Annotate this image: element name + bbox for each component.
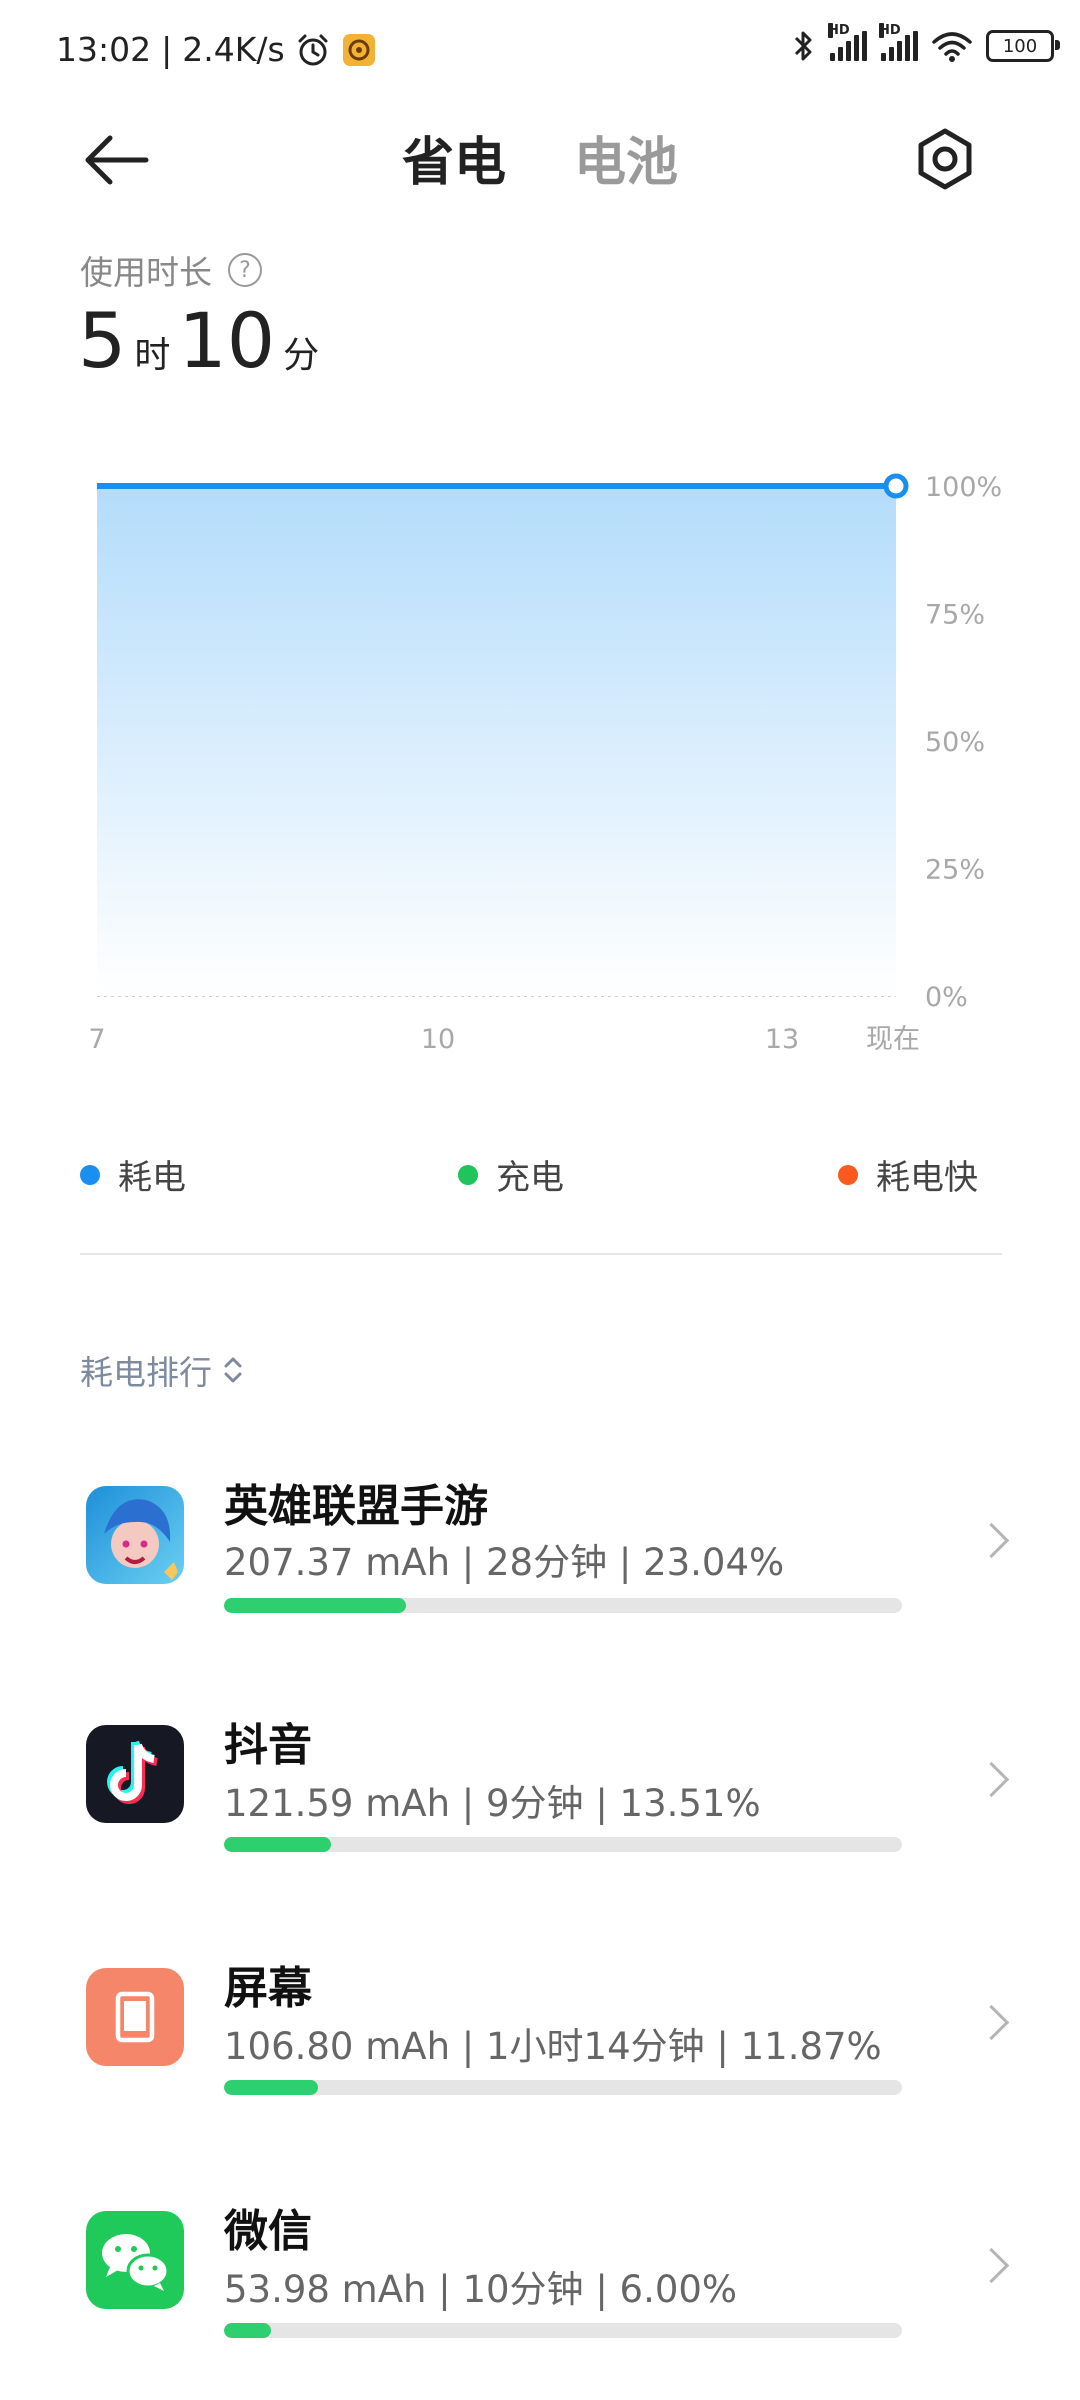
usage-hours-unit: 时 [134,335,171,376]
network-speed: 2.4K/s [182,30,285,69]
app-notification-icon [342,33,375,66]
status-bar-left: 13:02 | 2.4K/s [56,30,377,69]
status-separator: | [161,30,173,69]
status-time: 13:02 [56,30,152,69]
settings-icon[interactable] [912,126,978,192]
battery-level-chart: 7 10 13 现在 100% 75% 50% 25% 0% [88,472,1002,1055]
x-tick-label: 13 [765,1024,799,1055]
app-stats: 106.80 mAh | 1小时14分钟 | 11.87% [224,2025,882,2068]
current-level-point [883,473,909,499]
legend-dot [838,1164,858,1185]
usage-bar [224,1598,902,1613]
app-stats: 53.98 mAh | 10分钟 | 6.00% [224,2268,738,2311]
app-name: 屏幕 [224,1963,312,2014]
legend-dot [80,1164,100,1185]
usage-bar-fill [224,2080,318,2095]
usage-hours: 5 [78,296,127,385]
y-tick-label: 75% [925,600,985,631]
y-tick-label: 0% [925,982,968,1013]
league-of-legends-icon [86,1486,184,1584]
usage-bar-fill [224,1598,407,1613]
app-row-wechat[interactable]: 微信 53.98 mAh | 10分钟 | 6.00% [0,2169,1080,2369]
signal-hd-icon: HD [828,23,867,61]
usage-minutes-unit: 分 [283,335,320,376]
bluetooth-icon [794,31,812,61]
signal-hd-icon: HD [879,23,918,61]
divider [80,1253,1002,1255]
legend-item-consumption: 耗电 [80,1150,186,1199]
battery-icon: 100 [986,30,1060,62]
chevron-right-icon [973,2247,1010,2284]
legend-label: 耗电快 [876,1158,978,1198]
app-stats: 121.59 mAh | 9分钟 | 13.51% [224,1782,761,1825]
usage-label-text: 使用时长 [80,253,212,292]
legend-dot [458,1164,478,1185]
ranking-label: 耗电排行 [80,1353,212,1392]
chevron-right-icon [973,2004,1010,2041]
alarm-icon [298,34,328,65]
usage-bar [224,2080,902,2095]
screen-icon [86,1968,184,2066]
app-name: 抖音 [224,1720,312,1771]
sort-toggle-icon [224,1357,242,1383]
tab-power-saving[interactable]: 省电 [402,120,506,195]
app-row-douyin[interactable]: 抖音 121.59 mAh | 9分钟 | 13.51% [0,1683,1080,1883]
douyin-icon [86,1725,184,1823]
ranking-sort-toggle[interactable]: 耗电排行 [80,1346,244,1394]
app-name: 微信 [224,2206,312,2257]
chevron-right-icon [973,1522,1010,1559]
chevron-right-icon [973,1761,1010,1798]
y-tick-label: 25% [925,855,985,886]
tab-battery[interactable]: 电池 [574,120,678,195]
usage-bar [224,2323,902,2338]
usage-minutes: 10 [178,296,276,385]
battery-level: 100 [1002,35,1038,57]
x-tick-label: 现在 [866,1024,920,1055]
usage-bar [224,1837,902,1852]
app-row-league-of-legends[interactable]: 英雄联盟手游 207.37 mAh | 28分钟 | 23.04% [0,1440,1080,1640]
legend-item-charging: 充电 [458,1150,564,1199]
usage-bar-fill [224,2323,272,2338]
legend-label: 耗电 [118,1158,186,1198]
x-tick-label: 10 [421,1024,455,1055]
battery-area-fill [97,486,896,996]
help-icon[interactable]: ? [228,253,262,287]
y-tick-label: 100% [925,472,1002,503]
x-tick-label: 7 [88,1024,105,1055]
usage-duration-value: 5 时 10 分 [78,296,319,385]
wechat-icon [86,2211,184,2309]
usage-bar-fill [224,1837,331,1852]
app-name: 英雄联盟手游 [224,1481,488,1532]
usage-duration-label: 使用时长 ? [80,246,262,294]
legend-label: 充电 [496,1158,564,1198]
legend-item-fast-drain: 耗电快 [838,1150,978,1199]
app-row-screen[interactable]: 屏幕 106.80 mAh | 1小时14分钟 | 11.87% [0,1926,1080,2126]
y-tick-label: 50% [925,727,985,758]
wifi-icon [932,32,972,62]
app-stats: 207.37 mAh | 28分钟 | 23.04% [224,1541,785,1584]
status-bar-right: HD HD 100 [792,23,1060,64]
